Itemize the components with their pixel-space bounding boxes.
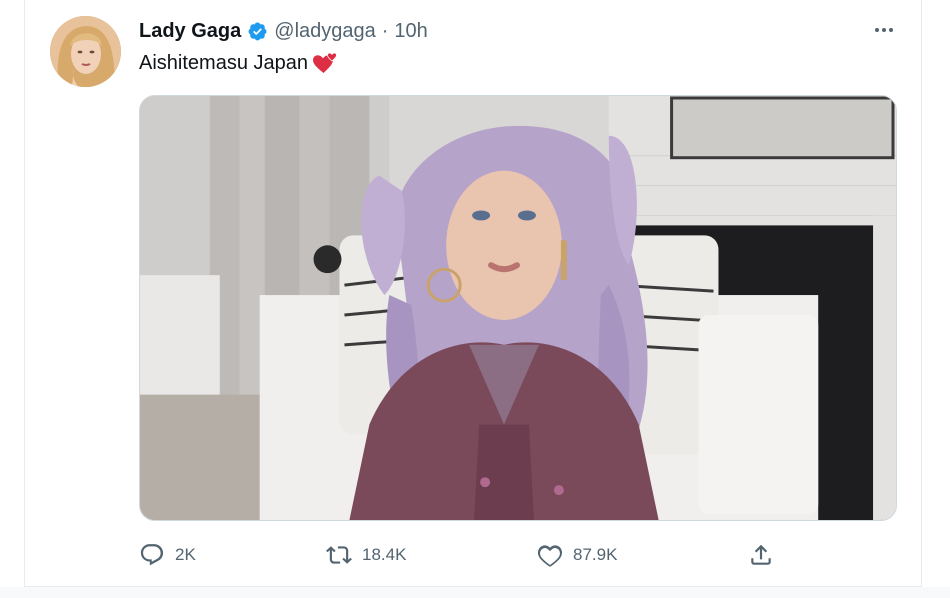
reply-count: 2K [175, 545, 196, 564]
avatar[interactable] [50, 16, 121, 87]
tweet-timestamp[interactable]: 10h [394, 20, 427, 43]
tweet-video[interactable] [139, 95, 897, 521]
tweet-header: Lady Gaga @ladygaga · 10h [139, 17, 428, 45]
heart-icon [537, 542, 563, 568]
retweet-button[interactable]: 18.4K [326, 536, 406, 574]
retweet-count: 18.4K [362, 545, 407, 564]
tweet-actions: 2K 18.4K 87.9K [139, 536, 779, 574]
share-icon [748, 542, 774, 568]
author-handle[interactable]: @ladygaga [274, 20, 375, 43]
next-tweet-edge [0, 587, 950, 598]
reply-button[interactable]: 2K [139, 536, 196, 574]
like-count: 87.9K [573, 545, 618, 564]
reply-icon [139, 542, 165, 568]
separator-dot: · [381, 19, 389, 42]
verified-badge-icon [247, 21, 268, 42]
retweet-icon [326, 542, 352, 568]
author-name[interactable]: Lady Gaga [139, 20, 241, 43]
share-button[interactable] [748, 536, 774, 574]
timeline-right-border [921, 0, 922, 598]
tweet-text-body: Aishitemasu Japan [139, 51, 308, 74]
timeline-left-border [24, 0, 25, 598]
more-icon[interactable] [870, 18, 898, 42]
two-hearts-icon [312, 51, 338, 75]
tweet-text: Aishitemasu Japan [139, 49, 338, 77]
like-button[interactable]: 87.9K [537, 536, 617, 574]
